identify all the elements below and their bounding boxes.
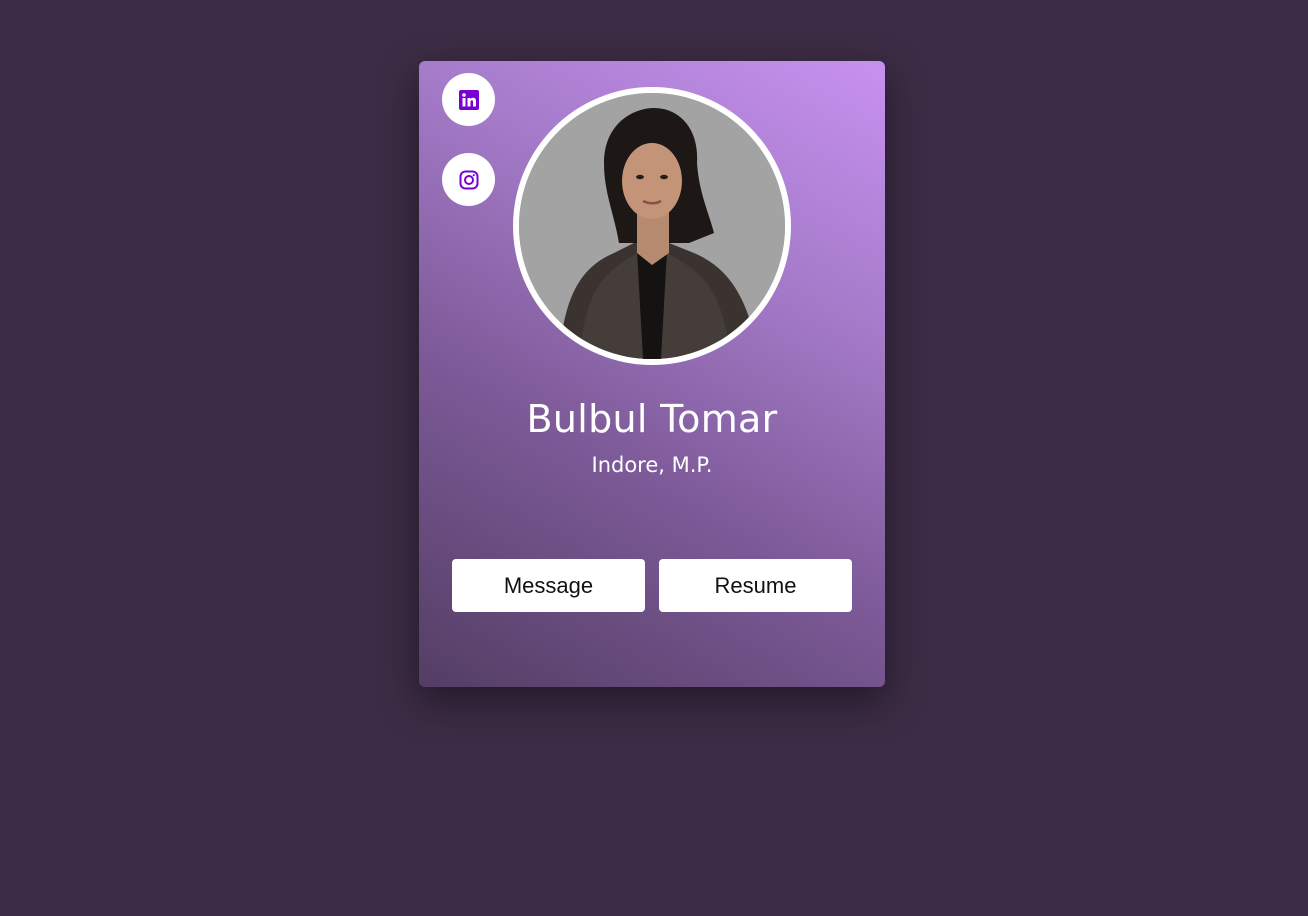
instagram-link[interactable] — [442, 153, 495, 206]
profile-location: Indore, M.P. — [591, 453, 713, 477]
message-button[interactable]: Message — [452, 559, 645, 612]
avatar-frame — [513, 87, 791, 365]
linkedin-icon — [458, 89, 479, 110]
instagram-icon — [459, 170, 478, 189]
linkedin-link[interactable] — [442, 73, 495, 126]
avatar — [519, 93, 785, 359]
profile-card: Bulbul Tomar Indore, M.P. Message Resume — [419, 61, 885, 687]
resume-button[interactable]: Resume — [659, 559, 852, 612]
profile-name: Bulbul Tomar — [526, 397, 778, 441]
profile-photo — [519, 93, 785, 359]
